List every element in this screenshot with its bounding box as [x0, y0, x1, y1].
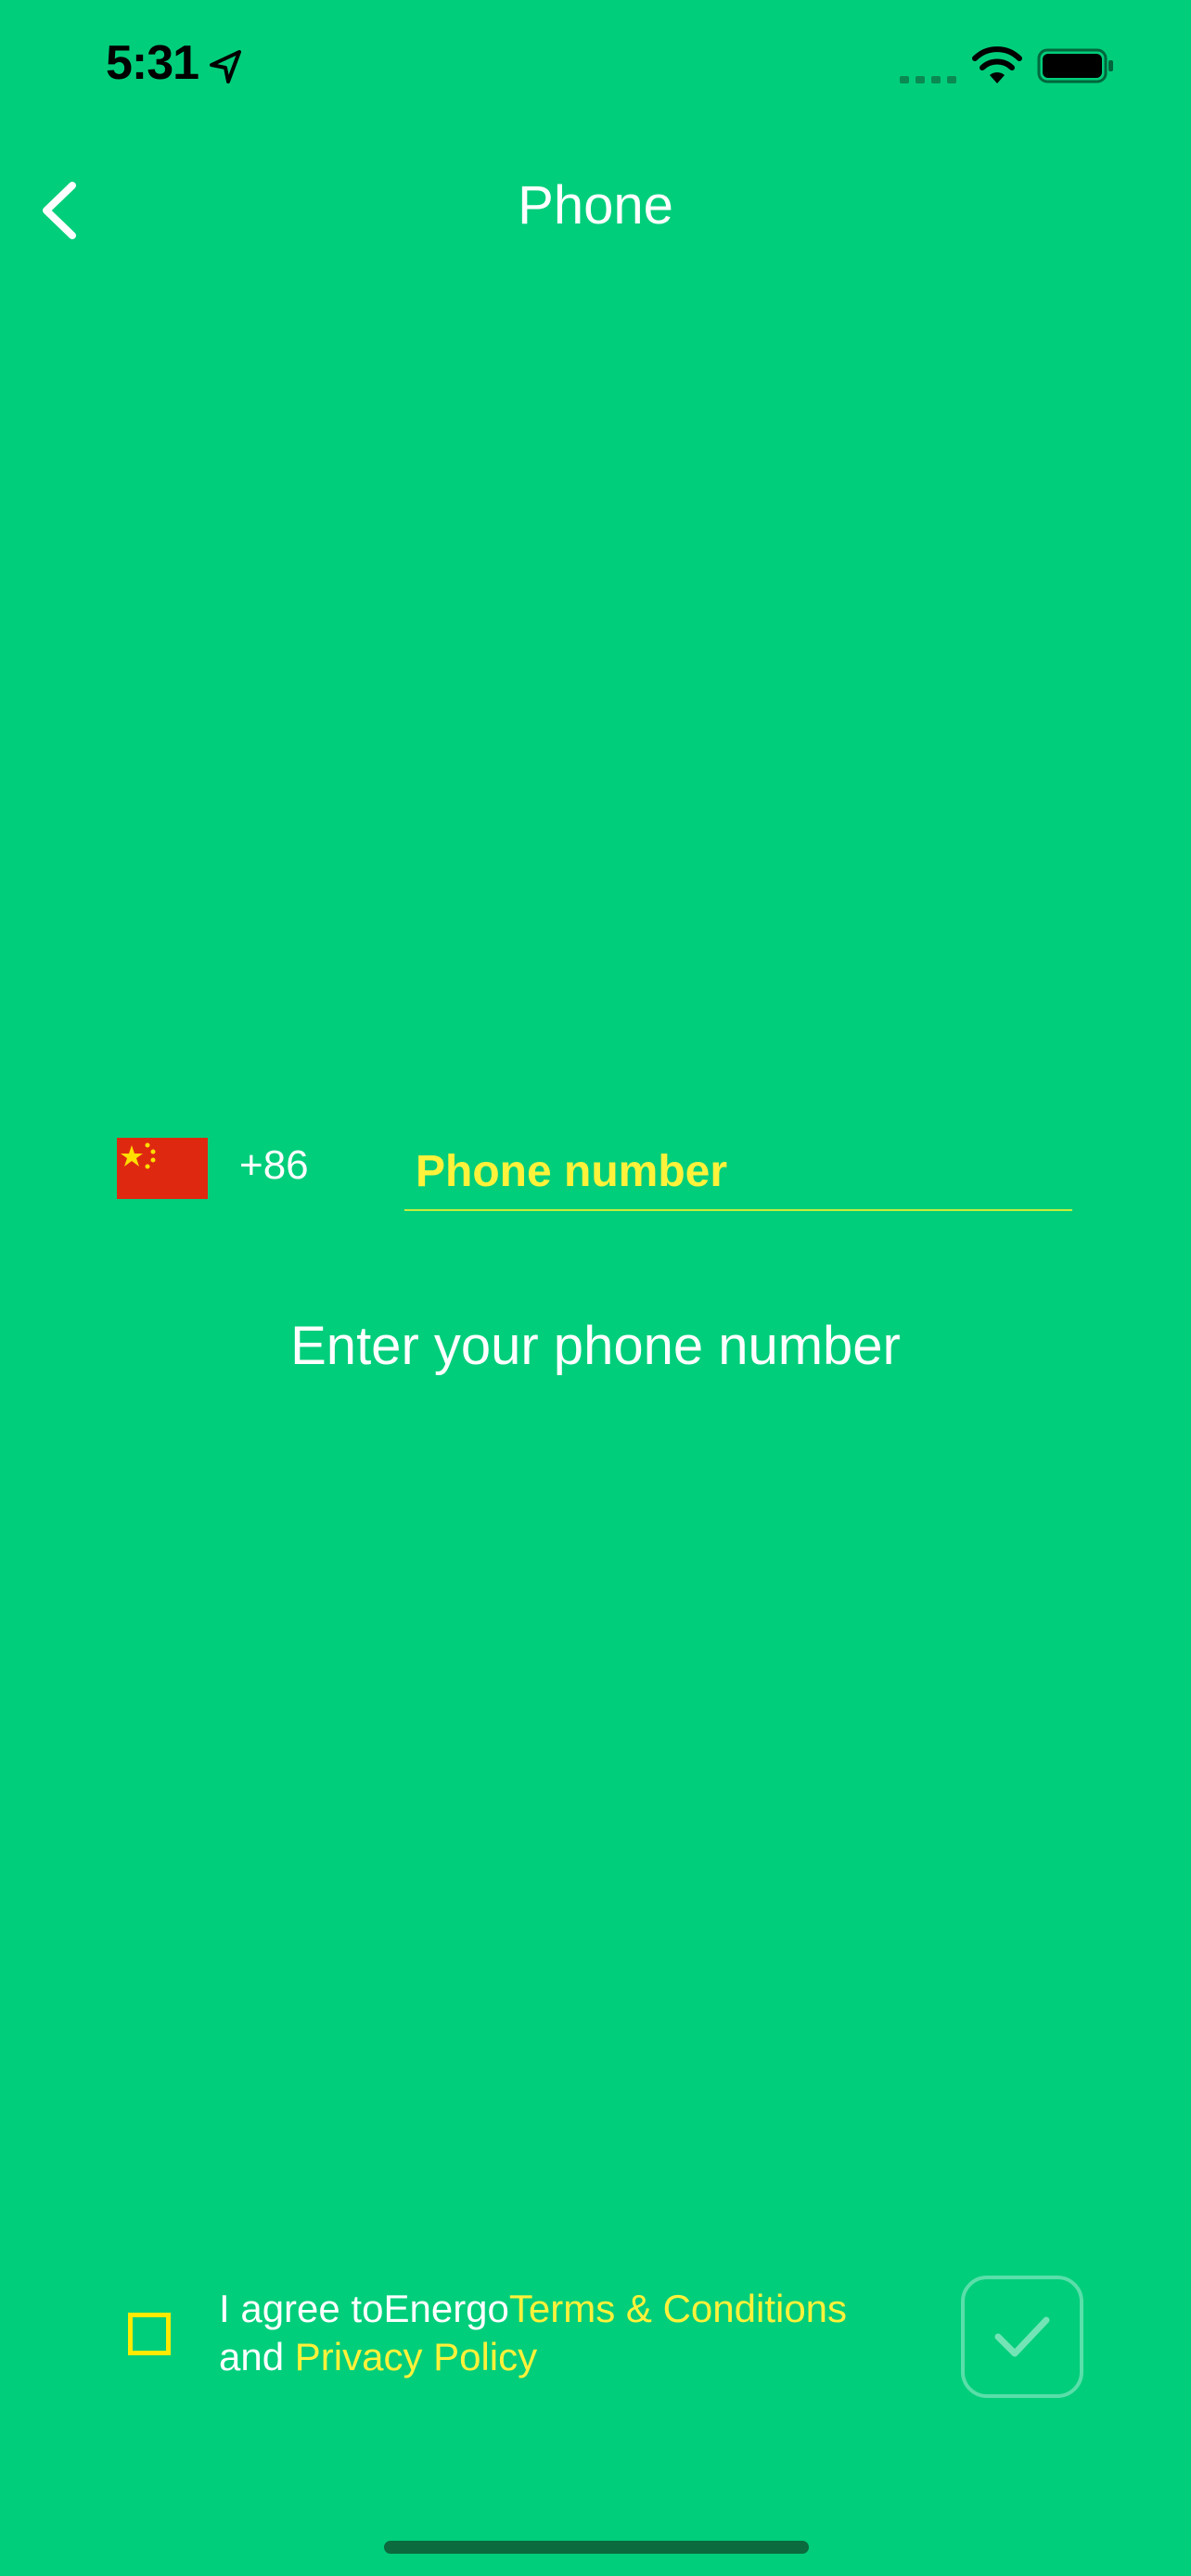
phone-number-input[interactable] — [404, 1133, 1072, 1211]
country-code[interactable]: +86 — [239, 1142, 309, 1189]
checkmark-icon — [994, 2316, 1050, 2357]
wifi-icon — [972, 46, 1022, 83]
page-title: Phone — [518, 175, 673, 236]
agree-brand: Energo — [383, 2287, 509, 2330]
agree-and: and — [219, 2335, 285, 2378]
location-arrow-icon — [210, 50, 241, 83]
home-indicator — [384, 2541, 809, 2554]
phone-hint-text: Enter your phone number — [290, 1316, 901, 1376]
status-time: 5:31 — [106, 36, 199, 90]
agree-checkbox[interactable] — [128, 2313, 171, 2355]
confirm-button[interactable] — [961, 2276, 1083, 2398]
nav-bar: Phone — [0, 158, 1191, 260]
cellular-signal-icon — [900, 76, 956, 83]
privacy-link[interactable]: Privacy Policy — [295, 2335, 537, 2378]
agree-prefix: I agree to — [219, 2287, 384, 2330]
agreement-text: I agree toEnergoTerms & Conditions and P… — [219, 2285, 847, 2381]
china-flag-icon[interactable] — [117, 1138, 208, 1199]
battery-icon — [1037, 48, 1113, 83]
status-bar: 5:31 — [0, 0, 1191, 139]
terms-link[interactable]: Terms & Conditions — [509, 2287, 847, 2330]
flag-stars — [121, 1142, 156, 1169]
